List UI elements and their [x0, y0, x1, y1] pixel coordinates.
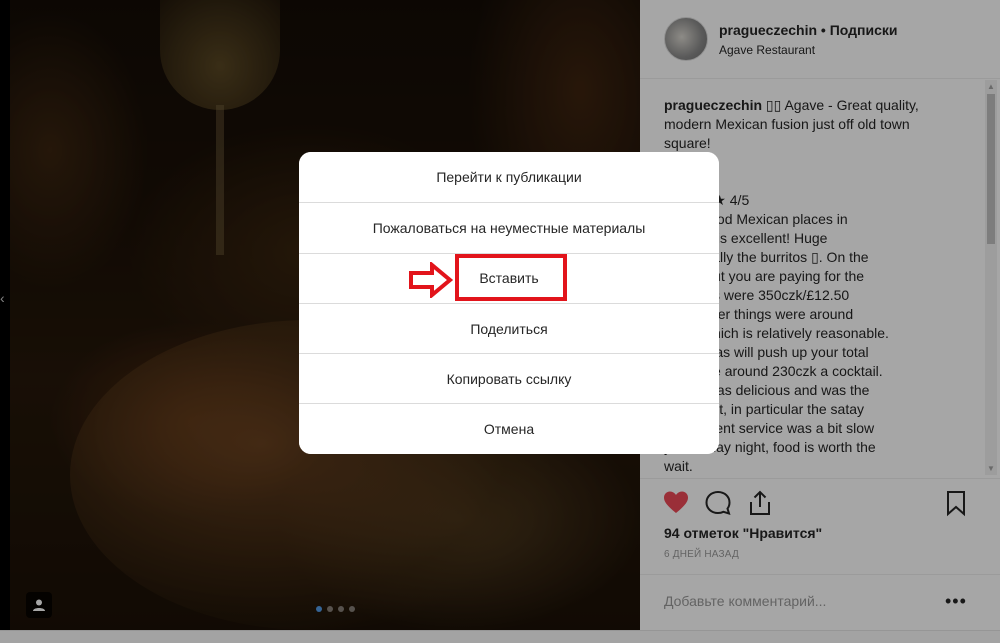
arrow-right-icon	[409, 262, 454, 298]
menu-item-report[interactable]: Пожаловаться на неуместные материалы	[299, 202, 719, 253]
menu-item-copy-link[interactable]: Копировать ссылку	[299, 353, 719, 404]
menu-item-share[interactable]: Поделиться	[299, 302, 719, 354]
highlight-box	[455, 254, 567, 301]
menu-item-cancel[interactable]: Отмена	[299, 403, 719, 454]
menu-item-go-to-post[interactable]: Перейти к публикации	[299, 152, 719, 203]
options-menu: Перейти к публикации Пожаловаться на неу…	[299, 152, 719, 454]
